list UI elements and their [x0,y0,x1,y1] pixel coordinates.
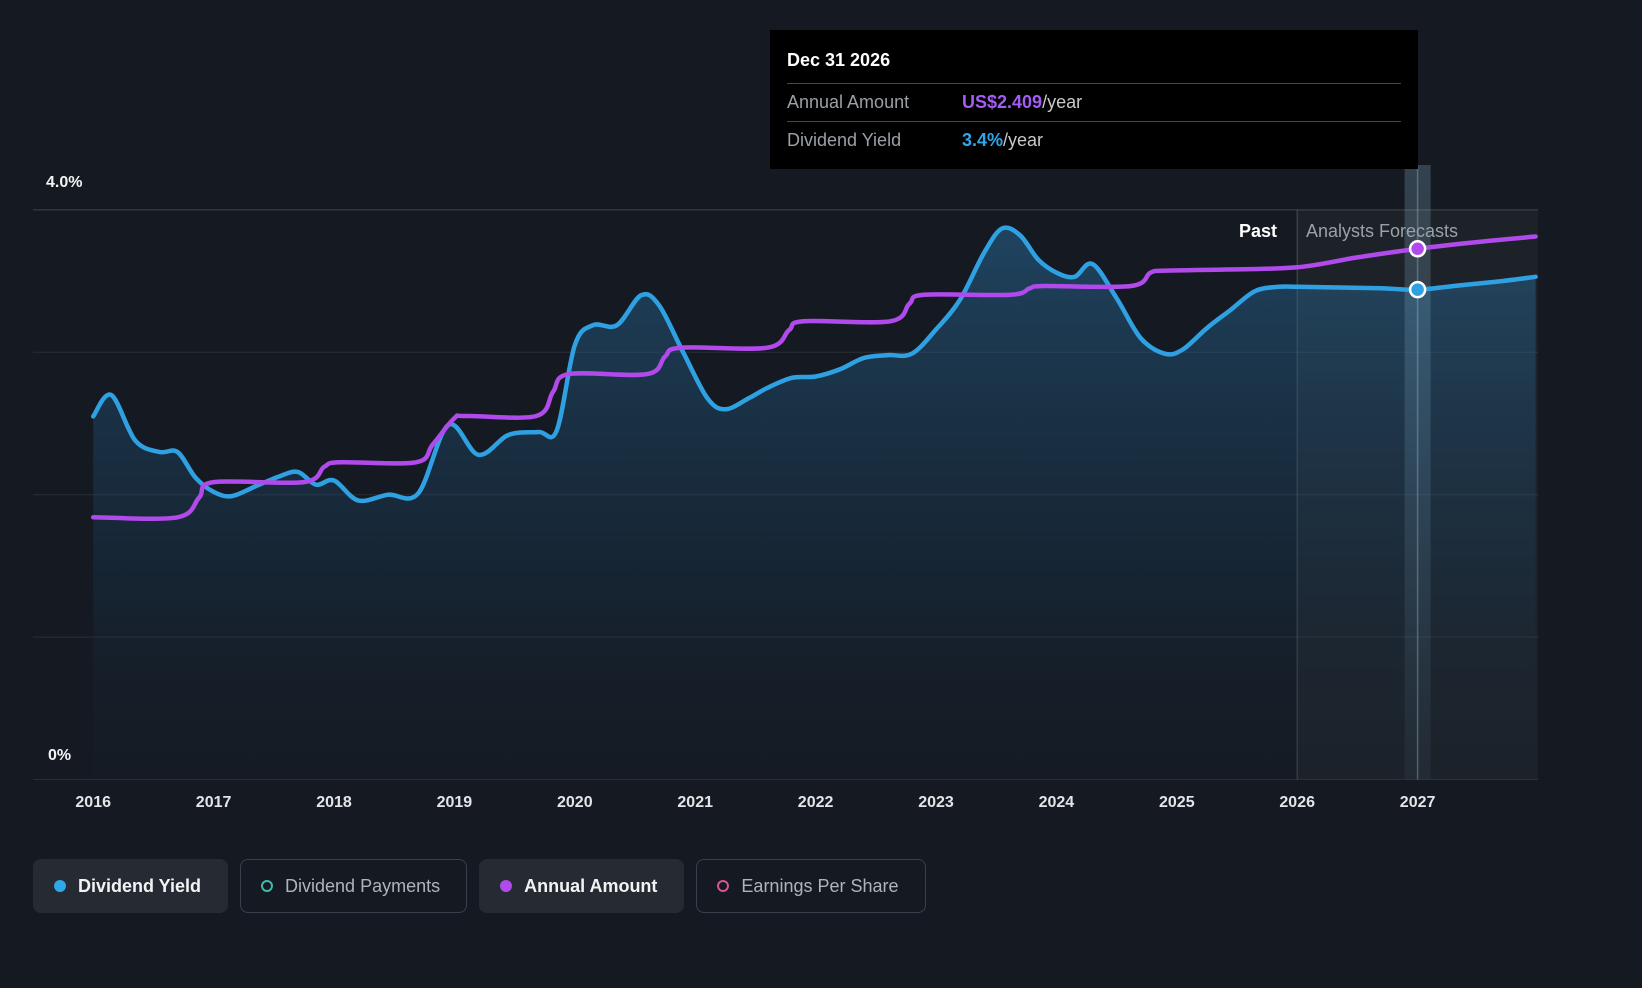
legend-label: Annual Amount [524,876,657,897]
x-tick-label-2020: 2020 [557,794,593,812]
legend-annual-amount[interactable]: Annual Amount [479,859,684,913]
dividend-payments-circle-icon [261,880,273,892]
tooltip-date: Dec 31 2026 [787,42,1401,83]
x-tick-label-2019: 2019 [437,794,473,812]
legend-dividend-payments[interactable]: Dividend Payments [240,859,467,913]
tooltip-value: US$2.409 [962,92,1042,112]
tooltip-row-annual-amount: Annual Amount US$2.409/year [787,83,1401,121]
x-tick-label-2027: 2027 [1400,794,1436,812]
x-axis: 2016 2017 2018 2019 2020 2021 2022 2023 2024 2025… [0,794,1642,818]
chart-tooltip: Dec 31 2026 Annual Amount US$2.409/year … [770,30,1418,169]
legend-label: Dividend Payments [285,876,440,897]
x-tick-label-2016: 2016 [75,794,111,812]
x-tick-label-2017: 2017 [196,794,232,812]
annual-amount-dot-icon [500,880,512,892]
x-tick-label-2026: 2026 [1279,794,1315,812]
dividend-yield-area [93,228,1535,780]
y-axis-label-bottom: 0% [48,747,71,765]
past-zone-label: Past [1239,221,1277,242]
tooltip-suffix: /year [1003,130,1043,150]
legend-label: Earnings Per Share [741,876,898,897]
earnings-per-share-circle-icon [717,880,729,892]
legend-label: Dividend Yield [78,876,201,897]
x-tick-label-2024: 2024 [1039,794,1075,812]
x-tick-label-2018: 2018 [316,794,352,812]
x-tick-label-2021: 2021 [677,794,713,812]
dividend-yield-dot-icon [54,880,66,892]
y-axis-label-top: 4.0% [46,174,82,192]
tooltip-label: Dividend Yield [787,130,962,151]
forecast-zone-label: Analysts Forecasts [1306,221,1458,242]
dividend-chart-page: 4.0% 0% 2016 2017 2018 2019 2020 2021 2022 2023… [0,0,1642,988]
x-tick-label-2022: 2022 [798,794,834,812]
tooltip-row-dividend-yield: Dividend Yield 3.4%/year [787,121,1401,159]
dividend-yield-marker [1410,282,1425,297]
x-tick-label-2025: 2025 [1159,794,1195,812]
annual-amount-marker [1410,241,1425,256]
legend-dividend-yield[interactable]: Dividend Yield [33,859,228,913]
x-tick-label-2023: 2023 [918,794,954,812]
tooltip-label: Annual Amount [787,92,962,113]
tooltip-value: 3.4% [962,130,1003,150]
tooltip-suffix: /year [1042,92,1082,112]
legend-earnings-per-share[interactable]: Earnings Per Share [696,859,925,913]
chart-legend: Dividend Yield Dividend Payments Annual … [33,859,926,913]
